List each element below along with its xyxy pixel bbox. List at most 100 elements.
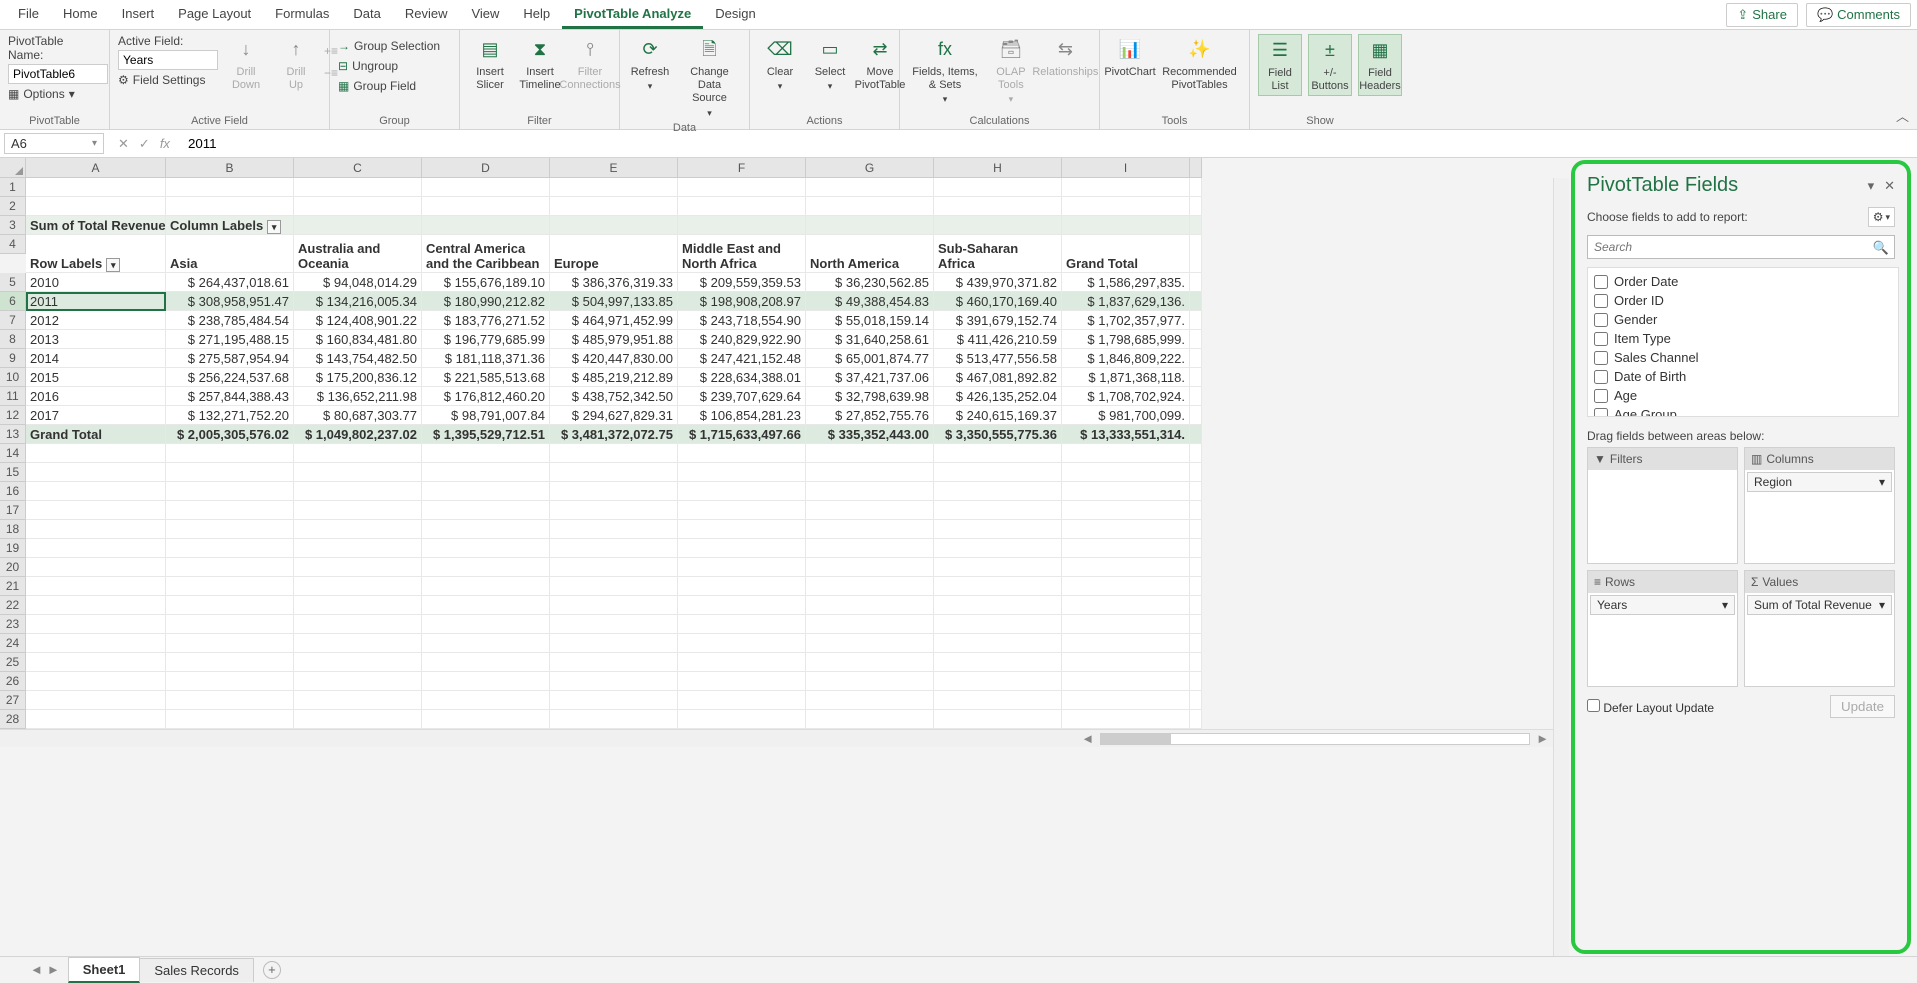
cell-G7[interactable]: $ 55,018,159.14 <box>806 311 934 330</box>
row-header-5[interactable]: 5 <box>0 273 26 292</box>
cell-C12[interactable]: $ 80,687,303.77 <box>294 406 422 425</box>
cell-B13[interactable]: $ 2,005,305,576.02 <box>166 425 294 444</box>
cell-G6[interactable]: $ 49,388,454.83 <box>806 292 934 311</box>
cell-H2[interactable] <box>934 197 1062 216</box>
pivotchart-button[interactable]: 📊PivotChart <box>1108 34 1152 81</box>
cell-F6[interactable]: $ 198,908,208.97 <box>678 292 806 311</box>
row-header-21[interactable]: 21 <box>0 577 26 596</box>
scroll-right-icon[interactable]: ► <box>1536 731 1549 746</box>
cell-D28[interactable] <box>422 710 550 729</box>
cell-A6[interactable]: 2011 <box>26 292 166 311</box>
cell-F7[interactable]: $ 243,718,554.90 <box>678 311 806 330</box>
filter-connections-button[interactable]: ⫯Filter Connections <box>568 34 612 94</box>
cell-G24[interactable] <box>806 634 934 653</box>
olap-tools-button[interactable]: 🗃OLAP Tools▾ <box>988 34 1034 107</box>
cell-F14[interactable] <box>678 444 806 463</box>
cell-E20[interactable] <box>550 558 678 577</box>
share-button[interactable]: ⇪Share <box>1726 3 1798 27</box>
cell-F18[interactable] <box>678 520 806 539</box>
cell-G8[interactable]: $ 31,640,258.61 <box>806 330 934 349</box>
row-header-18[interactable]: 18 <box>0 520 26 539</box>
update-button[interactable]: Update <box>1830 695 1895 718</box>
cell-D15[interactable] <box>422 463 550 482</box>
cell-I19[interactable] <box>1062 539 1190 558</box>
cell-J2[interactable] <box>1190 197 1202 216</box>
fx-icon[interactable]: fx <box>160 136 170 152</box>
cell-D2[interactable] <box>422 197 550 216</box>
cell-F26[interactable] <box>678 672 806 691</box>
enter-icon[interactable]: ✓ <box>139 136 150 152</box>
cell-B17[interactable] <box>166 501 294 520</box>
cell-J3[interactable] <box>1190 216 1202 235</box>
vertical-scrollbar[interactable] <box>1553 178 1569 956</box>
cell-C2[interactable] <box>294 197 422 216</box>
cell-A20[interactable] <box>26 558 166 577</box>
cell-B14[interactable] <box>166 444 294 463</box>
cell-B24[interactable] <box>166 634 294 653</box>
cell-H26[interactable] <box>934 672 1062 691</box>
cell-G18[interactable] <box>806 520 934 539</box>
cell-B22[interactable] <box>166 596 294 615</box>
cell-E27[interactable] <box>550 691 678 710</box>
cell-J19[interactable] <box>1190 539 1202 558</box>
cell-I7[interactable]: $ 1,702,357,977. <box>1062 311 1190 330</box>
sheet-tab-sheet1[interactable]: Sheet1 <box>68 957 141 983</box>
cell-I21[interactable] <box>1062 577 1190 596</box>
insert-timeline-button[interactable]: ⧗Insert Timeline <box>518 34 562 94</box>
cell-E21[interactable] <box>550 577 678 596</box>
cell-C16[interactable] <box>294 482 422 501</box>
cell-B20[interactable] <box>166 558 294 577</box>
cell-H14[interactable] <box>934 444 1062 463</box>
cell-B19[interactable] <box>166 539 294 558</box>
cell-C18[interactable] <box>294 520 422 539</box>
cell-J25[interactable] <box>1190 653 1202 672</box>
cell-H12[interactable]: $ 240,615,169.37 <box>934 406 1062 425</box>
col-header-B[interactable]: B <box>166 158 294 178</box>
cell-I18[interactable] <box>1062 520 1190 539</box>
cell-B16[interactable] <box>166 482 294 501</box>
menu-data[interactable]: Data <box>341 1 392 29</box>
cell-H5[interactable]: $ 439,970,371.82 <box>934 273 1062 292</box>
cell-H21[interactable] <box>934 577 1062 596</box>
cell-I26[interactable] <box>1062 672 1190 691</box>
select-button[interactable]: ▭Select▾ <box>808 34 852 94</box>
cell-D27[interactable] <box>422 691 550 710</box>
field-sales-channel[interactable]: Sales Channel <box>1588 348 1898 367</box>
cell-H18[interactable] <box>934 520 1062 539</box>
row-header-6[interactable]: 6 <box>0 292 26 311</box>
cell-D24[interactable] <box>422 634 550 653</box>
cell-B8[interactable]: $ 271,195,488.15 <box>166 330 294 349</box>
row-header-27[interactable]: 27 <box>0 691 26 710</box>
cell-A11[interactable]: 2016 <box>26 387 166 406</box>
cell-J28[interactable] <box>1190 710 1202 729</box>
cell-D25[interactable] <box>422 653 550 672</box>
cell-B5[interactable]: $ 264,437,018.61 <box>166 273 294 292</box>
cell-I9[interactable]: $ 1,846,809,222. <box>1062 349 1190 368</box>
refresh-button[interactable]: ⟳Refresh▾ <box>628 34 672 94</box>
pivottable-name-input[interactable] <box>8 64 108 84</box>
cell-J20[interactable] <box>1190 558 1202 577</box>
recommended-pivottables-button[interactable]: ✨Recommended PivotTables <box>1158 34 1241 94</box>
field-gender[interactable]: Gender <box>1588 310 1898 329</box>
col-header-C[interactable]: C <box>294 158 422 178</box>
pane-settings-button[interactable]: ⚙▾ <box>1868 207 1895 227</box>
row-header-22[interactable]: 22 <box>0 596 26 615</box>
cell-E15[interactable] <box>550 463 678 482</box>
cell-F25[interactable] <box>678 653 806 672</box>
pane-dropdown-icon[interactable]: ▾ <box>1868 178 1875 194</box>
cell-A4[interactable]: Row Labels▾ <box>26 235 166 273</box>
cell-C26[interactable] <box>294 672 422 691</box>
col-header-E[interactable]: E <box>550 158 678 178</box>
menu-formulas[interactable]: Formulas <box>263 1 341 29</box>
cell-H17[interactable] <box>934 501 1062 520</box>
comments-button[interactable]: 💬Comments <box>1806 3 1911 27</box>
defer-layout-checkbox[interactable]: Defer Layout Update <box>1587 699 1714 715</box>
field-list-button[interactable]: ☰Field List <box>1258 34 1302 96</box>
cell-H3[interactable] <box>934 216 1062 235</box>
row-header-1[interactable]: 1 <box>0 178 26 197</box>
insert-slicer-button[interactable]: ▤Insert Slicer <box>468 34 512 94</box>
cell-I25[interactable] <box>1062 653 1190 672</box>
cell-G12[interactable]: $ 27,852,755.76 <box>806 406 934 425</box>
cell-H6[interactable]: $ 460,170,169.40 <box>934 292 1062 311</box>
cell-J17[interactable] <box>1190 501 1202 520</box>
